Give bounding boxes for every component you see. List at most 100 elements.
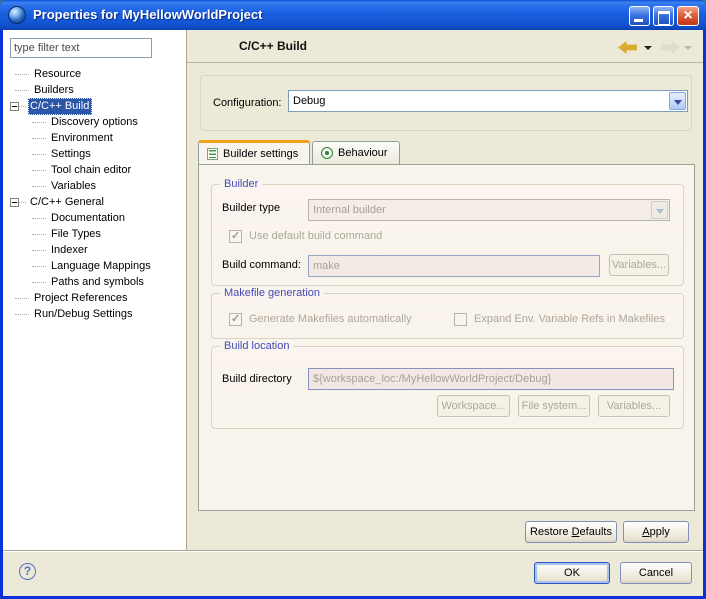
sidebar-item-label: Run/Debug Settings <box>32 306 135 323</box>
back-dropdown-caret[interactable] <box>644 46 652 50</box>
sidebar-item-label: Indexer <box>49 242 91 259</box>
tree-connector <box>32 218 46 219</box>
generate-makefiles-label: Generate Makefiles automatically <box>249 313 412 325</box>
build-directory-field: ${workspace_loc:/MyHellowWorldProject/De… <box>308 368 674 390</box>
tab-label: Builder settings <box>223 148 298 160</box>
sidebar-item-project-references[interactable]: Project References <box>3 290 186 306</box>
configuration-combo[interactable]: Debug <box>288 90 688 112</box>
sidebar-item-discovery-options[interactable]: Discovery options <box>3 114 186 130</box>
file-system-button: File system... <box>518 395 590 417</box>
expand-env-refs-label: Expand Env. Variable Refs in Makefiles <box>474 313 665 325</box>
properties-dialog: Properties for MyHellowWorldProject Reso… <box>0 0 706 599</box>
builder-group: Builder Builder type Internal builder Us… <box>211 184 684 286</box>
back-icon[interactable] <box>618 41 637 54</box>
sidebar-item-settings[interactable]: Settings <box>3 146 186 162</box>
sidebar-item-variables[interactable]: Variables <box>3 178 186 194</box>
tree-connector <box>32 282 46 283</box>
sidebar-item-language-mappings[interactable]: Language Mappings <box>3 258 186 274</box>
help-button[interactable]: ? <box>19 563 36 580</box>
sidebar: ResourceBuildersC/C++ BuildDiscovery opt… <box>3 30 187 550</box>
tab-label: Behaviour <box>338 147 388 159</box>
tree-connector <box>19 202 26 203</box>
page-title: C/C++ Build <box>239 39 307 53</box>
apply-button[interactable]: Apply <box>623 521 689 543</box>
sidebar-item-environment[interactable]: Environment <box>3 130 186 146</box>
eclipse-app-icon <box>8 6 26 24</box>
tree-connector <box>32 266 46 267</box>
configuration-group: Configuration: Debug <box>200 75 692 131</box>
properties-tree: ResourceBuildersC/C++ BuildDiscovery opt… <box>3 66 186 322</box>
sidebar-item-label: Documentation <box>49 210 128 227</box>
build-command-field: make <box>308 255 600 277</box>
sidebar-item-tool-chain-editor[interactable]: Tool chain editor <box>3 162 186 178</box>
filter-input[interactable] <box>10 38 152 58</box>
tree-connector <box>15 298 29 299</box>
sidebar-item-resource[interactable]: Resource <box>3 66 186 82</box>
builder-group-title: Builder <box>220 178 262 191</box>
cancel-button[interactable]: Cancel <box>620 562 692 584</box>
builder-type-combo: Internal builder <box>308 199 670 221</box>
titlebar[interactable]: Properties for MyHellowWorldProject <box>0 0 706 30</box>
tree-connector <box>32 122 46 123</box>
chevron-down-icon <box>651 201 668 219</box>
window-title: Properties for MyHellowWorldProject <box>33 0 262 30</box>
tree-connector <box>15 314 29 315</box>
list-icon <box>207 148 218 160</box>
close-button[interactable] <box>677 6 699 26</box>
sidebar-item-label: Discovery options <box>49 114 141 131</box>
collapse-icon[interactable] <box>10 102 19 111</box>
configuration-value: Debug <box>293 95 665 107</box>
tree-connector <box>32 186 46 187</box>
sidebar-item-label: Paths and symbols <box>49 274 147 291</box>
sidebar-item-label: Variables <box>49 178 99 195</box>
sidebar-item-c-c-general[interactable]: C/C++ General <box>3 194 186 210</box>
expand-env-refs-checkbox <box>454 313 467 326</box>
sidebar-item-c-c-build[interactable]: C/C++ Build <box>3 98 186 114</box>
generate-makefiles-checkbox <box>229 313 242 326</box>
forward-icon[interactable] <box>661 41 680 54</box>
tree-connector <box>15 74 29 75</box>
tab-behaviour[interactable]: Behaviour <box>312 141 400 164</box>
tree-connector <box>32 138 46 139</box>
tab-builder-settings[interactable]: Builder settings <box>198 140 310 164</box>
tree-connector <box>15 90 29 91</box>
sidebar-item-documentation[interactable]: Documentation <box>3 210 186 226</box>
makefile-group-title: Makefile generation <box>220 287 324 300</box>
footer-separator <box>3 550 703 552</box>
sidebar-item-label: File Types <box>49 226 104 243</box>
variables-button: Variables... <box>609 254 669 276</box>
restore-defaults-button[interactable]: Restore Defaults <box>525 521 617 543</box>
sidebar-item-paths-and-symbols[interactable]: Paths and symbols <box>3 274 186 290</box>
tree-connector <box>32 234 46 235</box>
sidebar-item-label: Builders <box>32 82 77 99</box>
sidebar-item-label: Environment <box>49 130 116 147</box>
variables-button-location: Variables... <box>598 395 670 417</box>
sidebar-item-file-types[interactable]: File Types <box>3 226 186 242</box>
tree-connector <box>32 154 46 155</box>
tree-connector <box>32 170 46 171</box>
header-separator <box>187 62 703 63</box>
configuration-label: Configuration: <box>213 97 282 109</box>
minimize-button[interactable] <box>629 6 650 26</box>
sidebar-item-builders[interactable]: Builders <box>3 82 186 98</box>
sidebar-item-label: Resource <box>32 66 84 83</box>
sidebar-item-indexer[interactable]: Indexer <box>3 242 186 258</box>
chevron-down-icon[interactable] <box>669 92 686 110</box>
sidebar-item-run-debug-settings[interactable]: Run/Debug Settings <box>3 306 186 322</box>
builder-type-label: Builder type <box>222 202 280 214</box>
maximize-button[interactable] <box>653 6 674 26</box>
ok-button[interactable]: OK <box>534 562 610 584</box>
sidebar-item-label: Settings <box>49 146 94 163</box>
build-location-group-title: Build location <box>220 340 293 353</box>
builder-type-value: Internal builder <box>313 204 647 216</box>
build-command-label: Build command: <box>222 259 301 271</box>
forward-dropdown-caret[interactable] <box>684 46 692 50</box>
collapse-icon[interactable] <box>10 198 19 207</box>
workspace-button: Workspace... <box>437 395 510 417</box>
makefile-generation-group: Makefile generation Generate Makefiles a… <box>211 293 684 339</box>
use-default-build-command-checkbox <box>229 230 242 243</box>
tree-connector <box>19 106 26 107</box>
sidebar-item-label: C/C++ Build <box>28 98 92 115</box>
builder-settings-panel: Builder Builder type Internal builder Us… <box>198 164 695 511</box>
build-location-group: Build location Build directory ${workspa… <box>211 346 684 429</box>
